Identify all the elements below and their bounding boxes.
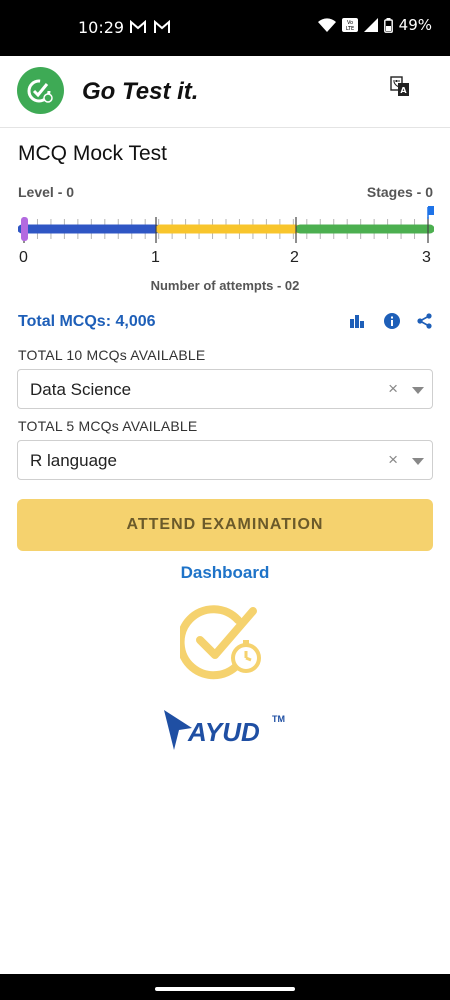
- home-gesture-handle[interactable]: [155, 987, 295, 991]
- topic-select-value: R language: [30, 451, 117, 470]
- footer-trademark: TM: [272, 714, 285, 724]
- page-title: MCQ Mock Test: [18, 142, 167, 165]
- slider-thumb[interactable]: [21, 217, 28, 241]
- tick-label-0: 0: [19, 249, 28, 266]
- chevron-down-icon[interactable]: [412, 387, 424, 394]
- translate-icon[interactable]: A: [390, 76, 410, 98]
- check-clock-icon[interactable]: [17, 67, 64, 114]
- ayud-logo: AYUD TM: [164, 710, 285, 750]
- attempts-slider[interactable]: [18, 205, 434, 255]
- signal-icon: [363, 18, 378, 32]
- status-right: Vo LTE 49%: [317, 16, 432, 34]
- battery-percent: 49%: [398, 16, 432, 34]
- subject-available-label: TOTAL 10 MCQs AVAILABLE: [18, 347, 206, 363]
- clear-icon[interactable]: ×: [388, 379, 398, 399]
- svg-text:A: A: [400, 86, 407, 95]
- check-clock-icon: [180, 605, 261, 680]
- tick-label-2: 2: [290, 249, 299, 266]
- topic-available-label: TOTAL 5 MCQs AVAILABLE: [18, 418, 198, 434]
- battery-icon: [383, 17, 393, 33]
- info-icon[interactable]: [383, 312, 401, 330]
- total-mcqs: Total MCQs: 4,006: [18, 313, 156, 330]
- attempts-label: Number of attempts - 02: [150, 278, 300, 293]
- app-header: Go Test it. A: [0, 56, 450, 128]
- gmail-icon: [130, 20, 146, 33]
- status-time: 10:29: [78, 18, 125, 37]
- volte-icon: Vo LTE: [341, 18, 358, 32]
- tick-label-1: 1: [151, 249, 160, 266]
- subject-select-value: Data Science: [30, 380, 132, 399]
- subject-select[interactable]: Data Science ×: [17, 369, 433, 409]
- gmail-icon: [154, 20, 170, 33]
- share-icon[interactable]: [416, 312, 434, 330]
- chevron-down-icon[interactable]: [412, 458, 424, 465]
- clear-icon[interactable]: ×: [388, 450, 398, 470]
- wifi-icon: [317, 18, 336, 32]
- system-nav-bar: [0, 974, 450, 1000]
- topic-select[interactable]: R language ×: [17, 440, 433, 480]
- level-label: Level - 0: [18, 184, 75, 200]
- status-bar: 10:29 Vo LTE 49%: [0, 0, 450, 56]
- brand-name: Go Test it.: [82, 78, 199, 105]
- svg-text:LTE: LTE: [346, 26, 354, 32]
- dashboard-link[interactable]: Dashboard: [0, 563, 450, 583]
- flag-icon: [427, 206, 434, 219]
- tick-label-3: 3: [422, 249, 431, 266]
- stages-label: Stages - 0: [366, 184, 433, 200]
- footer-brand: AYUD: [187, 717, 260, 747]
- attend-examination-button[interactable]: ATTEND EXAMINATION: [17, 499, 433, 551]
- bar-chart-icon[interactable]: [348, 312, 366, 330]
